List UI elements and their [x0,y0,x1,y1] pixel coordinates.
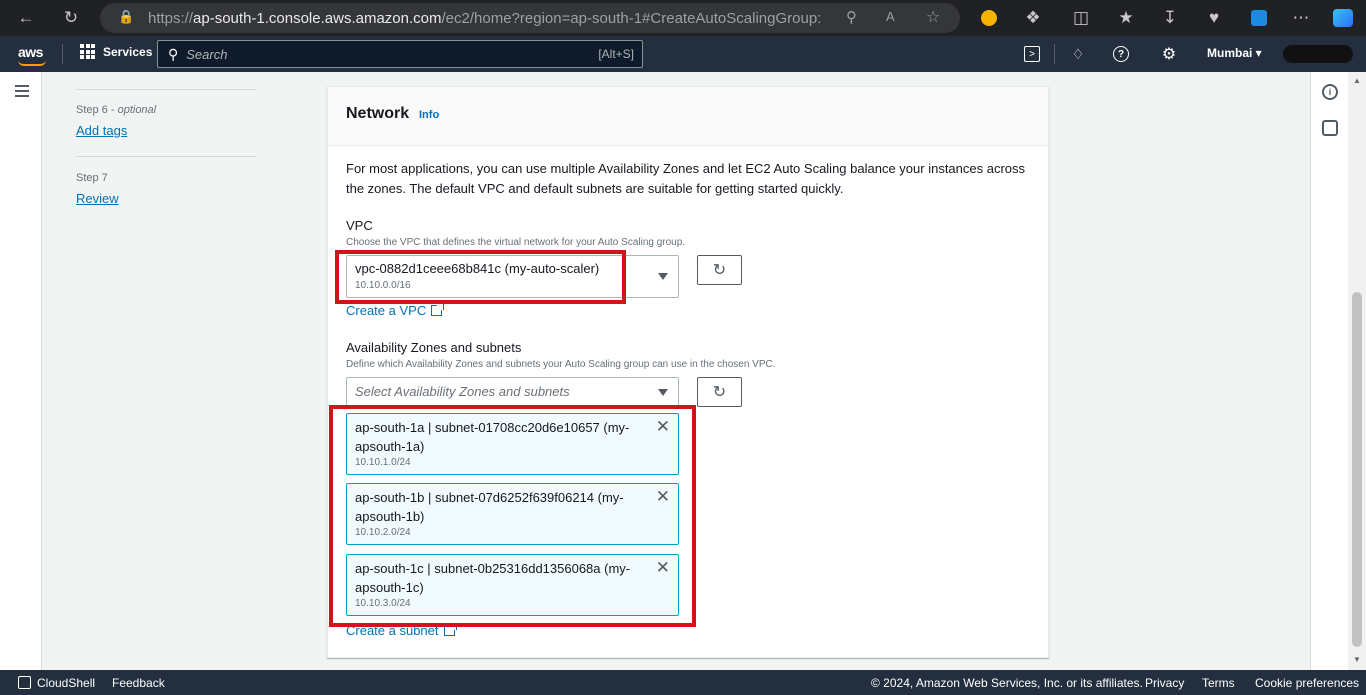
more-menu-icon[interactable]: ⋯ [1289,6,1313,30]
terms-link[interactable]: Terms [1202,676,1235,690]
search-placeholder: Search [186,46,228,62]
subnets-highlight-box [329,405,696,627]
wizard-steps: Step 6 - optional Add tags Step 7 Review [42,72,327,670]
grid-icon [80,44,95,59]
nav-divider [62,44,63,64]
feedback-link[interactable]: Feedback [112,676,165,690]
external-link-icon [431,303,445,316]
network-description: For most applications, you can use multi… [346,161,1026,196]
cloudshell-icon[interactable]: > [1024,46,1040,62]
az-placeholder: Select Availability Zones and subnets [355,384,570,399]
favorites-icon[interactable]: ★ [1114,6,1138,30]
cookie-preferences-link[interactable]: Cookie preferences [1255,676,1359,690]
aws-logo[interactable]: aws [18,44,43,60]
aws-logo-smile [18,60,46,66]
browser-essentials-icon[interactable]: ♥ [1202,6,1226,30]
read-aloud-icon[interactable]: A [886,9,895,24]
hamburger-menu-icon[interactable] [15,85,29,100]
panel-title: Network [346,105,410,122]
step-divider [76,156,256,157]
account-menu[interactable] [1283,45,1353,63]
refresh-icon: ↻ [712,384,727,401]
aws-top-nav: aws Services ⚲ Search [Alt+S] > ♢ ? ⚙ Mu… [0,36,1366,72]
hexagon-icon[interactable] [1322,120,1338,136]
step-6-number: Step 6 - optional [76,104,157,116]
lock-icon: 🔒 [118,9,135,24]
cloudshell-link[interactable]: CloudShell [37,676,95,690]
extensions-puzzle-icon[interactable]: ❖ [1021,6,1045,30]
services-label: Services [103,44,153,59]
vpc-hint: Choose the VPC that defines the virtual … [346,237,686,248]
refresh-icon: ↻ [712,262,727,279]
chevron-down-icon [658,273,668,280]
help-icon[interactable]: ? [1113,46,1129,62]
info-icon[interactable]: i [1322,84,1338,100]
notifications-bell-icon[interactable]: ♢ [1068,44,1088,64]
copyright-text: © 2024, Amazon Web Services, Inc. or its… [871,676,1143,690]
info-link[interactable]: Info [419,109,439,121]
right-rail: i [1310,72,1348,670]
scroll-up-icon[interactable]: ▲ [1353,76,1361,85]
edge-icon[interactable] [1247,6,1271,30]
scrollbar[interactable]: ▲ ▼ [1348,72,1366,670]
vpc-refresh-button[interactable]: ↻ [697,255,742,285]
search-input[interactable]: ⚲ Search [Alt+S] [157,40,643,68]
services-menu-button[interactable]: Services [80,44,152,59]
az-refresh-button[interactable]: ↻ [697,377,742,407]
search-icon: ⚲ [168,45,179,62]
vpc-highlight-box [335,250,626,304]
chevron-down-icon [658,389,668,396]
copilot-icon[interactable] [1331,6,1355,30]
reload-icon[interactable]: ↻ [59,6,83,30]
extension-icon[interactable] [977,6,1001,30]
az-hint: Define which Availability Zones and subn… [346,359,776,370]
nav-divider [1054,44,1055,64]
scroll-thumb[interactable] [1352,292,1362,647]
step-7-number: Step 7 [76,172,108,184]
url-text: https://ap-south-1.console.aws.amazon.co… [148,9,822,27]
panel-header: Network Info [328,87,1048,146]
back-icon[interactable]: ← [14,6,38,30]
create-vpc-link[interactable]: Create a VPC [346,303,445,318]
browser-toolbar: ← ↻ 🔒 https://ap-south-1.console.aws.ama… [0,0,1366,36]
step-6-link[interactable]: Add tags [76,123,127,138]
privacy-link[interactable]: Privacy [1145,676,1184,690]
region-selector[interactable]: Mumbai ▾ [1207,46,1262,60]
address-bar[interactable]: 🔒 https://ap-south-1.console.aws.amazon.… [100,3,960,33]
console-footer: CloudShell Feedback © 2024, Amazon Web S… [0,670,1366,695]
step-divider [76,89,256,90]
favorite-star-icon[interactable]: ☆ [926,7,940,27]
az-subnet-select[interactable]: Select Availability Zones and subnets [346,377,679,407]
split-screen-icon[interactable]: ◫ [1069,6,1093,30]
scroll-down-icon[interactable]: ▼ [1353,655,1361,664]
zoom-icon[interactable]: ⚲ [846,8,857,26]
step-7-link[interactable]: Review [76,191,119,206]
downloads-icon[interactable]: ↧ [1158,6,1182,30]
vpc-label: VPC [346,218,373,233]
settings-gear-icon[interactable]: ⚙ [1159,44,1179,64]
left-rail [0,72,42,670]
az-label: Availability Zones and subnets [346,340,522,355]
search-shortcut: [Alt+S] [598,47,634,61]
cloudshell-icon [18,676,31,689]
